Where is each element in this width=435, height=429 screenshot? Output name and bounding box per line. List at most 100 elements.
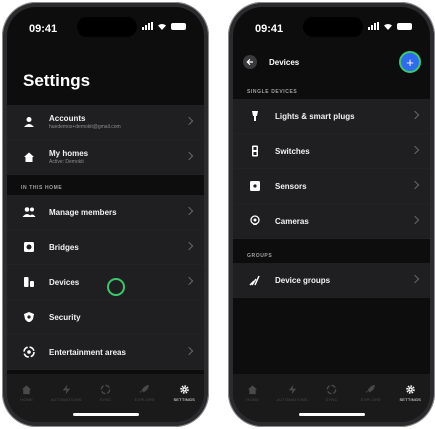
cameras-row[interactable]: Cameras bbox=[233, 204, 430, 239]
rocket-icon bbox=[365, 383, 377, 395]
tab-settings[interactable]: SETTINGS bbox=[392, 383, 428, 422]
accounts-label: Accounts bbox=[49, 114, 86, 123]
accounts-email: huedemos+demokit@gmail.com bbox=[49, 124, 121, 130]
switch-icon bbox=[247, 143, 263, 159]
members-icon bbox=[21, 204, 37, 220]
battery-icon bbox=[171, 22, 186, 30]
entertainment-areas-row[interactable]: Entertainment areas bbox=[7, 335, 204, 370]
add-device-button[interactable]: + bbox=[399, 51, 421, 73]
dynamic-island bbox=[77, 17, 137, 37]
tab-explore-label: EXPLORE bbox=[134, 397, 155, 402]
tab-home-label: HOME bbox=[20, 397, 34, 402]
person-icon bbox=[21, 114, 37, 130]
sensors-row[interactable]: Sensors bbox=[233, 169, 430, 204]
status-bar: 09:41 bbox=[7, 17, 204, 37]
sync-icon bbox=[99, 383, 111, 395]
status-bar: 09:41 bbox=[233, 17, 430, 37]
nav-bar: Devices + bbox=[233, 48, 430, 76]
status-icons bbox=[368, 22, 412, 30]
touch-indicator bbox=[107, 278, 125, 296]
phone-devices: 09:41 Devices + SINGLE DEVICES Lights & … bbox=[228, 2, 435, 427]
status-icons bbox=[142, 22, 186, 30]
home-indicator bbox=[72, 413, 139, 416]
gear-icon bbox=[178, 383, 190, 395]
devices-icon bbox=[21, 274, 37, 290]
camera-icon bbox=[247, 213, 263, 229]
tab-home[interactable]: HOME bbox=[9, 383, 45, 422]
accounts-row[interactable]: Accounts huedemos+demokit@gmail.com bbox=[7, 105, 204, 140]
sensor-icon bbox=[247, 178, 263, 194]
tab-sync[interactable]: SYNC bbox=[87, 383, 123, 422]
back-button[interactable] bbox=[243, 55, 257, 69]
security-label: Security bbox=[49, 312, 81, 322]
wifi-icon bbox=[158, 23, 166, 30]
wifi-icon bbox=[384, 23, 392, 30]
phone-settings: 09:41 Settings Accounts huedemos+demokit… bbox=[2, 2, 209, 427]
signal-icon bbox=[368, 22, 379, 30]
tab-explore[interactable]: EXPLORE bbox=[127, 383, 163, 422]
tab-home-label: HOME bbox=[246, 397, 260, 402]
entertainment-areas-label: Entertainment areas bbox=[49, 347, 126, 357]
lights-smart-plugs-label: Lights & smart plugs bbox=[275, 111, 355, 121]
tab-sync-label: SYNC bbox=[99, 397, 112, 402]
home-icon bbox=[21, 383, 33, 395]
tab-sync[interactable]: SYNC bbox=[313, 383, 349, 422]
home-icon bbox=[21, 149, 37, 165]
tab-automations-label: AUTOMATIONS bbox=[276, 397, 308, 402]
status-time: 09:41 bbox=[29, 23, 58, 35]
section-header-groups: GROUPS bbox=[247, 253, 273, 259]
sensors-label: Sensors bbox=[275, 181, 307, 191]
tab-settings[interactable]: SETTINGS bbox=[166, 383, 202, 422]
account-list: Accounts huedemos+demokit@gmail.com My h… bbox=[7, 105, 204, 175]
manage-members-row[interactable]: Manage members bbox=[7, 195, 204, 230]
dynamic-island bbox=[303, 17, 363, 37]
rocket-icon bbox=[139, 383, 151, 395]
tab-home[interactable]: HOME bbox=[235, 383, 271, 422]
sync-icon bbox=[325, 383, 337, 395]
bridges-label: Bridges bbox=[49, 242, 79, 252]
bulb-icon bbox=[247, 108, 263, 124]
bridges-row[interactable]: Bridges bbox=[7, 230, 204, 265]
home-icon bbox=[247, 383, 259, 395]
devices-row[interactable]: Devices bbox=[7, 265, 204, 300]
home-indicator bbox=[298, 413, 365, 416]
my-homes-label: My homes bbox=[49, 149, 89, 158]
lightning-icon bbox=[286, 383, 298, 395]
tab-sync-label: SYNC bbox=[325, 397, 338, 402]
devices-screen: 09:41 Devices + SINGLE DEVICES Lights & … bbox=[233, 7, 430, 422]
my-homes-active: Active: Demokit bbox=[49, 159, 84, 165]
lightning-icon bbox=[60, 383, 72, 395]
status-time: 09:41 bbox=[255, 23, 284, 35]
switches-label: Switches bbox=[275, 146, 310, 156]
battery-icon bbox=[397, 22, 412, 30]
gear-icon bbox=[404, 383, 416, 395]
tab-automations[interactable]: AUTOMATIONS bbox=[48, 383, 84, 422]
home-section: IN THIS HOME Manage members Bridges Devi… bbox=[7, 177, 204, 388]
arrow-left-icon bbox=[246, 58, 253, 66]
tab-explore[interactable]: EXPLORE bbox=[353, 383, 389, 422]
device-groups-row[interactable]: Device groups bbox=[233, 263, 430, 298]
device-groups-label: Device groups bbox=[275, 275, 331, 285]
tab-automations-label: AUTOMATIONS bbox=[50, 397, 82, 402]
page-title: Settings bbox=[23, 71, 91, 90]
tab-settings-label: SETTINGS bbox=[399, 397, 422, 402]
devices-list: SINGLE DEVICES Lights & smart plugs Swit… bbox=[233, 81, 430, 298]
switches-row[interactable]: Switches bbox=[233, 134, 430, 169]
tab-explore-label: EXPLORE bbox=[360, 397, 381, 402]
bridge-icon bbox=[21, 239, 37, 255]
nav-title: Devices bbox=[269, 57, 300, 67]
security-row[interactable]: Security bbox=[7, 300, 204, 335]
shield-icon bbox=[21, 309, 37, 325]
my-homes-row[interactable]: My homes Active: Demokit bbox=[7, 140, 204, 175]
lights-smart-plugs-row[interactable]: Lights & smart plugs bbox=[233, 99, 430, 134]
cameras-label: Cameras bbox=[275, 216, 309, 226]
signal-icon bbox=[142, 22, 153, 30]
tab-automations[interactable]: AUTOMATIONS bbox=[274, 383, 310, 422]
manage-members-label: Manage members bbox=[49, 207, 117, 217]
section-header-single-devices: SINGLE DEVICES bbox=[247, 89, 298, 95]
devices-label: Devices bbox=[49, 277, 80, 287]
tab-settings-label: SETTINGS bbox=[173, 397, 196, 402]
entertainment-icon bbox=[21, 344, 37, 360]
device-groups-icon bbox=[247, 272, 263, 288]
section-header-home: IN THIS HOME bbox=[21, 185, 63, 191]
